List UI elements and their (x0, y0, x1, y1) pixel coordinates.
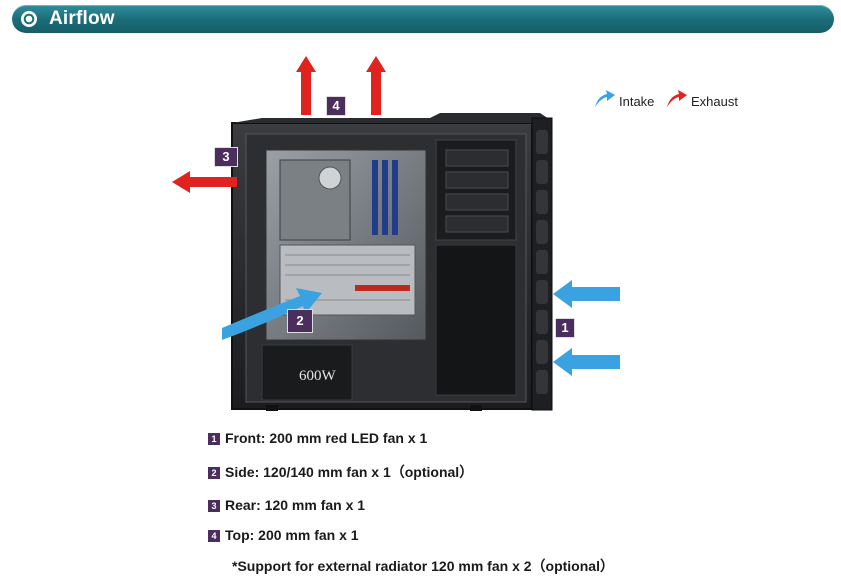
rear-exhaust-arrow (172, 171, 237, 193)
psu-label: 600W (299, 368, 336, 384)
case-illustration (172, 56, 620, 411)
spec-item-front: 1 Front: 200 mm red LED fan x 1 (208, 430, 427, 446)
spec-item-top: 4 Top: 200 mm fan x 1 (208, 527, 359, 543)
radiator-note: *Support for external radiator 120 mm fa… (232, 558, 614, 574)
badge-side: 2 (287, 309, 313, 333)
spec-item-rear: 3 Rear: 120 mm fan x 1 (208, 497, 365, 513)
pc-case (231, 113, 553, 411)
badge-top: 4 (326, 96, 346, 116)
spec-item-side: 2 Side: 120/140 mm fan x 1（optional） (208, 462, 473, 482)
badge-front: 1 (555, 318, 575, 338)
badge-rear: 3 (214, 147, 238, 167)
